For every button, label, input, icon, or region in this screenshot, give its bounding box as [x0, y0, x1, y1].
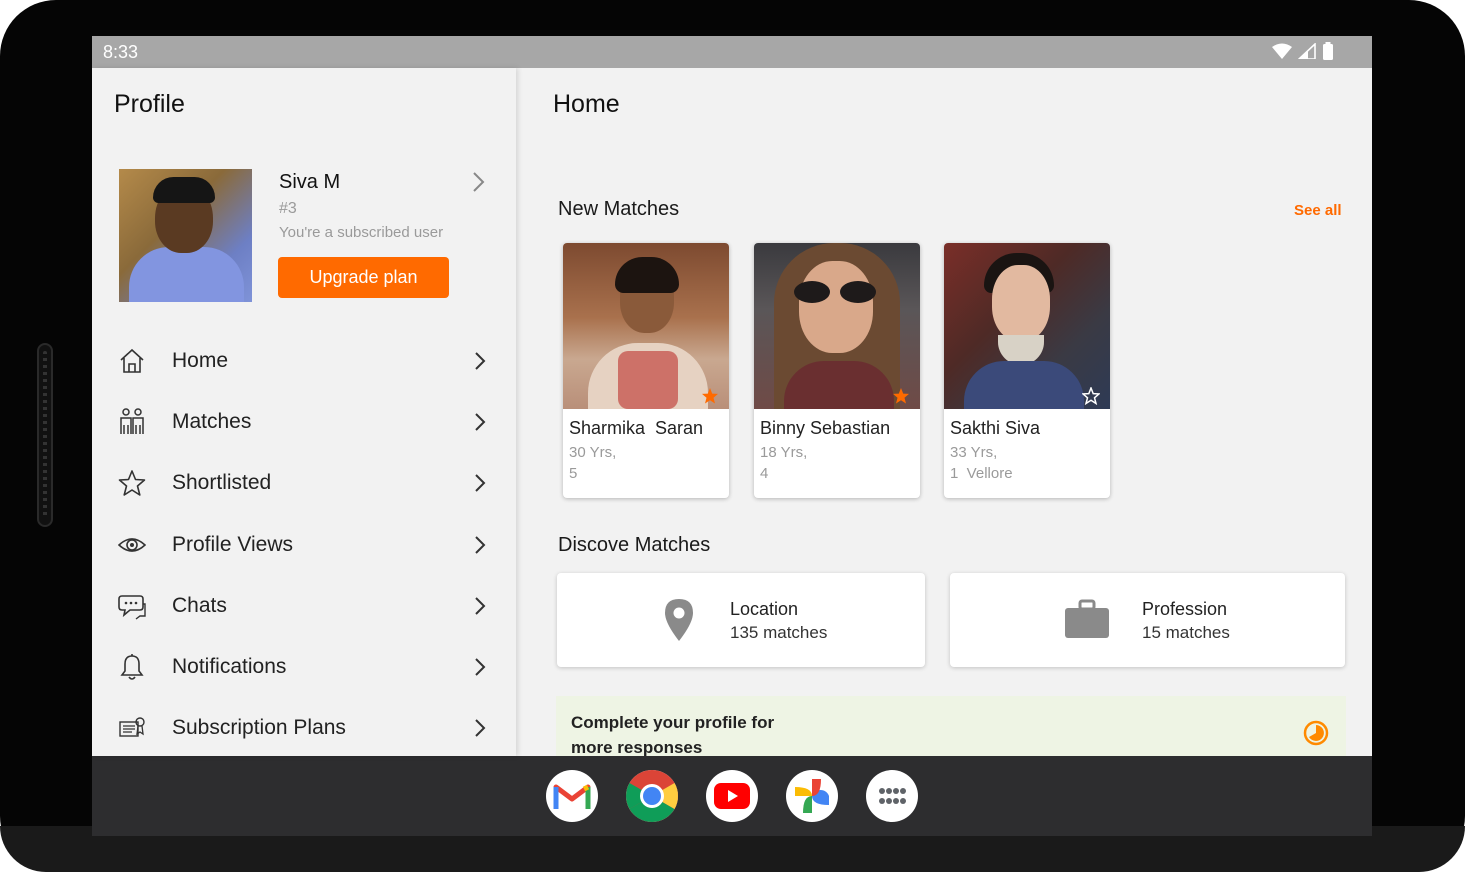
discover-matches-title: Discove Matches	[558, 534, 711, 556]
menu-item-shortlisted[interactable]: Shortlisted	[92, 453, 516, 514]
chevron-right-icon	[475, 658, 486, 676]
discover-item-count: 135 matches	[730, 623, 828, 642]
screen: 8:33 Profile Siva M #3 You're a subscrib…	[92, 36, 1372, 836]
profile-panel-title: Profile	[114, 90, 185, 118]
match-name: Sakthi Siva	[950, 418, 1041, 438]
page-title: Home	[553, 90, 620, 118]
all-apps-icon[interactable]	[866, 770, 918, 822]
chevron-right-icon[interactable]	[467, 171, 489, 193]
match-location: 5	[569, 465, 578, 482]
menu-item-notifications[interactable]: Notifications	[92, 636, 516, 697]
app-dock	[546, 770, 918, 822]
menu-item-label: Shortlisted	[172, 471, 272, 495]
plans-icon	[118, 714, 146, 742]
home-content: Home New Matches See all Sharmika Saran …	[516, 68, 1372, 766]
match-age: 18 Yrs,	[760, 444, 808, 461]
bell-icon	[118, 653, 146, 681]
signal-icon	[1298, 43, 1316, 59]
couple-icon	[118, 408, 146, 436]
chevron-right-icon	[475, 413, 486, 431]
menu-item-profile-views[interactable]: Profile Views	[92, 514, 516, 575]
side-speaker-grille	[37, 343, 53, 527]
location-matches-card[interactable]: Location 135 matches	[557, 573, 925, 667]
chat-icon	[118, 592, 146, 620]
chevron-right-icon	[475, 535, 486, 554]
match-name: Sharmika Saran	[569, 418, 704, 438]
progress-icon	[1303, 720, 1329, 746]
star-icon[interactable]	[701, 387, 719, 405]
discover-item-title: Location	[730, 599, 799, 619]
user-name: Siva M	[279, 171, 341, 193]
youtube-app-icon[interactable]	[706, 770, 758, 822]
battery-icon	[1323, 42, 1333, 60]
menu-item-label: Chats	[172, 593, 227, 617]
eye-icon	[118, 531, 146, 559]
subscription-status: You're a subscribed user	[279, 224, 444, 241]
briefcase-icon	[1065, 599, 1109, 638]
photos-app-icon[interactable]	[786, 770, 838, 822]
match-age: 30 Yrs,	[569, 444, 617, 461]
discover-item-count: 15 matches	[1142, 623, 1230, 642]
match-location: 1 Vellore	[950, 465, 1013, 482]
match-age: 33 Yrs,	[950, 444, 998, 461]
see-all-link[interactable]: See all	[1294, 202, 1342, 219]
wifi-icon	[1272, 43, 1292, 59]
star-outline-icon[interactable]	[1082, 387, 1100, 405]
status-bar: 8:33	[92, 36, 1372, 68]
status-icons	[1272, 42, 1334, 60]
chevron-right-icon	[475, 474, 486, 492]
match-location: 4	[760, 465, 769, 482]
discover-item-title: Profession	[1142, 599, 1228, 619]
chevron-right-icon	[475, 597, 486, 615]
taskbar	[92, 756, 1372, 836]
star-icon[interactable]	[892, 387, 910, 405]
match-card[interactable]: Binny Sebastian 18 Yrs, 4	[754, 243, 920, 498]
avatar[interactable]	[119, 169, 252, 302]
chevron-right-icon	[475, 719, 486, 738]
new-matches-title: New Matches	[558, 198, 680, 220]
tablet-frame: 8:33 Profile Siva M #3 You're a subscrib…	[0, 0, 1465, 872]
menu-item-home[interactable]: Home	[92, 330, 516, 391]
profile-panel: Profile Siva M #3 You're a subscribed us…	[92, 68, 516, 756]
profession-matches-card[interactable]: Profession 15 matches	[950, 573, 1345, 667]
location-pin-icon	[665, 599, 693, 641]
match-name: Binny Sebastian	[760, 418, 891, 438]
menu-item-subscription-plans[interactable]: Subscription Plans	[92, 698, 516, 759]
chevron-right-icon	[475, 351, 486, 370]
status-time: 8:33	[103, 42, 139, 62]
match-photo	[944, 243, 1110, 409]
menu-item-chats[interactable]: Chats	[92, 575, 516, 636]
match-card[interactable]: Sakthi Siva 33 Yrs, 1 Vellore	[944, 243, 1110, 498]
complete-profile-text: Complete your profile for more responses	[571, 713, 775, 757]
match-card[interactable]: Sharmika Saran 30 Yrs, 5	[563, 243, 729, 498]
profile-menu: Home Matches Shortlisted Profile Views C…	[92, 330, 516, 759]
star-icon	[118, 469, 146, 497]
match-photo	[754, 243, 920, 409]
menu-item-label: Subscription Plans	[172, 716, 346, 740]
upgrade-plan-button[interactable]: Upgrade plan	[278, 257, 449, 298]
menu-item-matches[interactable]: Matches	[92, 391, 516, 452]
menu-item-label: Matches	[172, 409, 252, 433]
chrome-app-icon[interactable]	[626, 770, 678, 822]
menu-item-label: Profile Views	[172, 532, 293, 556]
menu-item-label: Notifications	[172, 655, 287, 679]
match-photo	[563, 243, 729, 409]
gmail-app-icon[interactable]	[546, 770, 598, 822]
menu-item-label: Home	[172, 348, 229, 372]
home-icon	[118, 347, 146, 375]
user-id: #3	[279, 200, 297, 217]
